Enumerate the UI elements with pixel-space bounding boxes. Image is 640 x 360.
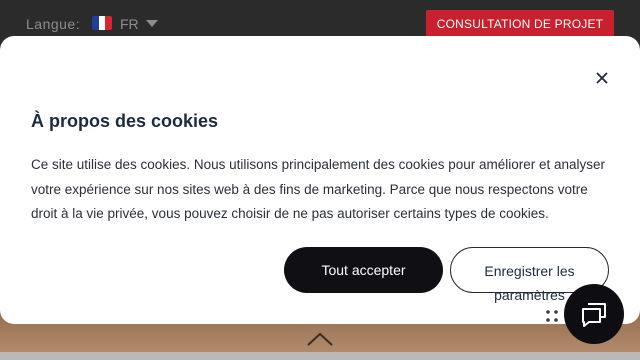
close-button[interactable] — [590, 66, 614, 90]
project-consultation-button[interactable]: CONSULTATION DE PROJET — [426, 10, 614, 38]
accept-all-button[interactable]: Tout accepter — [284, 247, 443, 293]
chat-icon — [582, 303, 606, 327]
cookie-modal-title: À propos des cookies — [31, 111, 219, 131]
chat-button[interactable] — [564, 284, 624, 344]
language-label: Langue: — [26, 16, 81, 32]
chevron-down-icon[interactable] — [146, 20, 158, 27]
drag-handle-icon[interactable] — [545, 309, 559, 323]
france-flag-icon[interactable] — [92, 16, 112, 30]
close-icon — [596, 72, 608, 84]
footer-strip — [0, 352, 640, 360]
chevron-up-icon[interactable] — [306, 330, 334, 348]
language-code[interactable]: FR — [120, 16, 139, 32]
cookie-modal-description: Ce site utilise des cookies. Nous utilis… — [31, 157, 606, 221]
